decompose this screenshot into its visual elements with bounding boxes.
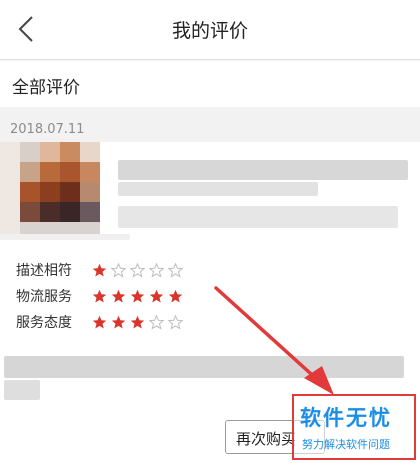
product-spec-blurred bbox=[118, 206, 398, 228]
star-filled-icon bbox=[111, 289, 126, 302]
page-title: 我的评价 bbox=[171, 20, 248, 42]
product-name-blurred bbox=[118, 160, 408, 180]
section-title: 全部评价 bbox=[12, 78, 80, 98]
all-reviews-header: 全部评价 bbox=[0, 61, 420, 107]
rating-label: 描述相符 bbox=[16, 263, 72, 279]
review-text-blurred bbox=[4, 356, 404, 378]
star-empty-icon bbox=[168, 314, 183, 330]
product-name-blurred bbox=[118, 182, 318, 196]
review-date: 2018.07.11 bbox=[10, 122, 85, 137]
product-spec-blurred bbox=[0, 234, 130, 240]
rating-label: 服务态度 bbox=[16, 315, 72, 331]
star-empty-icon bbox=[168, 262, 183, 278]
watermark-title: 软件无忧 bbox=[300, 406, 392, 430]
star-filled-icon bbox=[130, 315, 145, 328]
star-rating bbox=[92, 262, 183, 278]
rating-label: 物流服务 bbox=[16, 289, 72, 305]
star-filled-icon bbox=[111, 315, 126, 328]
rating-row-description: 描述相符 bbox=[16, 259, 183, 281]
watermark-logo: 软件无忧 努力解决软件问题 bbox=[292, 394, 416, 460]
star-empty-icon bbox=[149, 314, 164, 330]
star-filled-icon bbox=[168, 289, 183, 302]
star-filled-icon bbox=[92, 315, 107, 328]
rebuy-label: 再次购买 bbox=[236, 430, 297, 448]
star-rating bbox=[92, 314, 183, 330]
star-empty-icon bbox=[149, 262, 164, 278]
nav-header: 我的评价 bbox=[0, 0, 420, 60]
review-text-blurred bbox=[4, 380, 40, 400]
star-filled-icon bbox=[92, 289, 107, 302]
star-filled-icon bbox=[92, 263, 107, 276]
star-filled-icon bbox=[130, 289, 145, 302]
star-filled-icon bbox=[149, 289, 164, 302]
rating-row-service: 服务态度 bbox=[16, 311, 183, 333]
star-rating bbox=[92, 289, 183, 304]
rating-row-logistics: 物流服务 bbox=[16, 285, 183, 307]
star-empty-icon bbox=[111, 262, 126, 278]
watermark-subtitle: 努力解决软件问题 bbox=[302, 438, 390, 451]
star-empty-icon bbox=[130, 262, 145, 278]
product-thumbnail[interactable] bbox=[0, 142, 100, 240]
